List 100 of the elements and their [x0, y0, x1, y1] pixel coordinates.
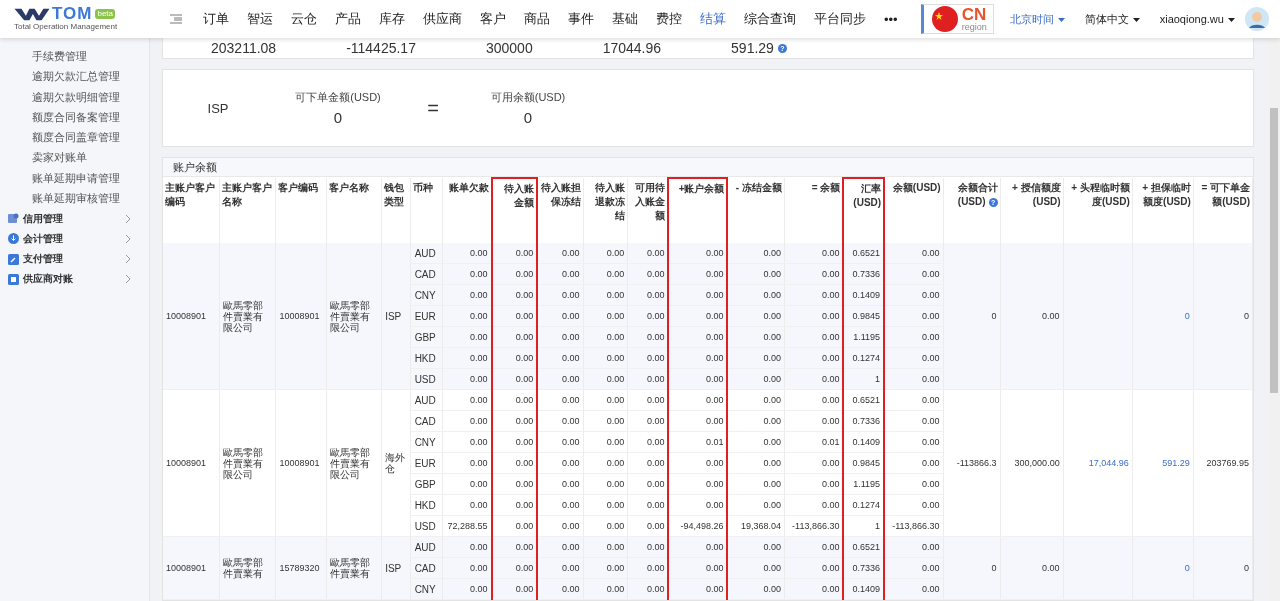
- table-link[interactable]: 17,044.96: [1063, 389, 1133, 537]
- metric-label: 可下单金额(USD): [295, 90, 381, 105]
- sidebar-item[interactable]: 额度合同盖章管理: [0, 127, 149, 148]
- table-cell: 0.00: [491, 578, 538, 600]
- scrollbar[interactable]: [1268, 38, 1280, 601]
- table-cell: 0.00: [491, 494, 538, 516]
- nav-tab[interactable]: 订单: [194, 10, 238, 28]
- sidebar-item[interactable]: 账单延期审核管理: [0, 188, 149, 209]
- wallet-label: ISP: [206, 100, 230, 116]
- table-cell: 0.9845: [843, 452, 885, 474]
- nav-tab[interactable]: 事件: [559, 10, 603, 28]
- menu-icon[interactable]: [170, 14, 182, 24]
- table-cell: 0.00: [442, 473, 492, 495]
- region-badge[interactable]: CN region: [920, 4, 994, 34]
- sidebar-group[interactable]: 支付管理: [0, 248, 149, 270]
- sidebar-item[interactable]: 逾期欠款明细管理: [0, 86, 149, 107]
- logo-tagline: Total Operation Management: [14, 22, 119, 32]
- table-cell: 0.00: [627, 515, 669, 537]
- table-cell: 0.00: [583, 410, 628, 432]
- nav-tab[interactable]: 综合查询: [735, 10, 805, 28]
- table-cell: 0.00: [727, 410, 785, 432]
- table-cell: 0.00: [727, 494, 785, 516]
- table-cell: 0.00: [668, 243, 728, 264]
- logo-mark-icon: [14, 7, 50, 21]
- table-cell: 0.00: [491, 410, 538, 432]
- table-cell: 0.00: [884, 243, 944, 264]
- table-cell: 0.00: [491, 326, 538, 348]
- table-cell: 0.00: [668, 305, 728, 327]
- nav-tab[interactable]: 商品: [515, 10, 559, 28]
- table-cell: 1: [843, 368, 885, 390]
- table-cell: 0.00: [491, 452, 538, 474]
- flag-icon: [931, 6, 958, 32]
- nav-tab[interactable]: 供应商: [414, 10, 471, 28]
- sidebar-group[interactable]: 供应商对账: [0, 269, 149, 290]
- table-cell: 0.00: [627, 473, 669, 495]
- sidebar-group[interactable]: 会计管理: [0, 228, 149, 249]
- table-cell: 歐馬零部件賣業有限公司: [326, 243, 382, 390]
- table-cell: 10008901: [163, 536, 220, 600]
- table-cell: 0.00: [583, 515, 628, 537]
- table-cell: 0.7336: [843, 263, 885, 285]
- language-dropdown[interactable]: 简体中文: [1080, 11, 1144, 27]
- nav-tab[interactable]: 智运: [238, 10, 282, 28]
- table-cell: 72,288.55: [442, 515, 492, 537]
- table-cell: 0.00: [668, 536, 728, 558]
- table-cell: 0.00: [884, 473, 944, 495]
- nav-tab[interactable]: 云仓: [282, 10, 326, 28]
- nav-tab[interactable]: 结算: [691, 10, 735, 28]
- timezone-dropdown[interactable]: 北京时间: [1005, 11, 1069, 27]
- table-cell: 0.00: [583, 452, 628, 474]
- nav-tab[interactable]: •••: [875, 10, 907, 28]
- table-cell: 0.00: [1000, 536, 1064, 600]
- sidebar-group-label: 信用管理: [23, 211, 64, 226]
- nav-tab[interactable]: 产品: [326, 10, 370, 28]
- table-cell: 0.00: [1000, 243, 1064, 390]
- nav-tab[interactable]: 基础: [603, 10, 647, 28]
- table-cell: 0.00: [727, 431, 785, 453]
- sidebar-group[interactable]: 信用管理: [0, 208, 149, 229]
- sidebar-item[interactable]: 卖家对账单: [0, 147, 149, 168]
- table-cell: 0.00: [537, 452, 584, 474]
- sidebar-item[interactable]: 账单延期申请管理: [0, 167, 149, 189]
- table-cell: 0.1409: [843, 284, 885, 306]
- table-cell: 1.1195: [843, 473, 885, 495]
- table-cell: 15789320: [275, 536, 327, 600]
- table-cell: GBP: [410, 473, 443, 495]
- table-link[interactable]: 0: [1132, 536, 1194, 600]
- table-cell: 0.00: [491, 368, 538, 390]
- table-cell: 0.00: [442, 494, 492, 516]
- summary-value: 591.29: [731, 40, 774, 56]
- table-link[interactable]: 591.29: [1132, 389, 1194, 537]
- table-cell: 0.00: [491, 263, 538, 285]
- table-cell: 0.00: [627, 410, 669, 432]
- nav-tab[interactable]: 客户: [471, 10, 515, 28]
- panel-title: 账户余额: [163, 158, 1253, 177]
- sidebar-item[interactable]: 额度合同备案管理: [0, 106, 149, 128]
- table-cell: 0.00: [668, 452, 728, 474]
- table-cell: 0.00: [727, 389, 785, 411]
- logo-name: TOM: [52, 6, 93, 22]
- table-cell: 0.00: [727, 473, 785, 495]
- table-cell: 0.00: [668, 326, 728, 348]
- nav-tab[interactable]: 费控: [647, 10, 691, 28]
- table-cell: 0.00: [668, 389, 728, 411]
- avatar-icon[interactable]: [1244, 7, 1269, 31]
- table-cell: 0.00: [784, 243, 844, 264]
- table-link[interactable]: 0: [1132, 243, 1194, 390]
- table-cell: 歐馬零部件賣業有: [326, 536, 382, 600]
- user-dropdown[interactable]: xiaoqiong.wu: [1155, 13, 1239, 25]
- sidebar-item[interactable]: 逾期欠款汇总管理: [0, 66, 149, 87]
- table-cell: 0.00: [884, 431, 944, 453]
- table-cell: 0.00: [884, 389, 944, 411]
- nav-tab[interactable]: 平台同步: [805, 10, 875, 28]
- nav-tab[interactable]: 库存: [370, 10, 414, 28]
- table-cell: 0.00: [537, 389, 584, 411]
- table-cell: ISP: [381, 243, 411, 390]
- table-cell: CAD: [410, 410, 443, 432]
- table-cell: 0.00: [627, 389, 669, 411]
- summary-value: 17044.96: [602, 40, 662, 56]
- sidebar-item[interactable]: 手续费管理: [0, 46, 149, 67]
- table-cell: 0.00: [627, 452, 669, 474]
- table-cell: -113,866.30: [884, 515, 944, 537]
- table-cell: AUD: [410, 389, 443, 411]
